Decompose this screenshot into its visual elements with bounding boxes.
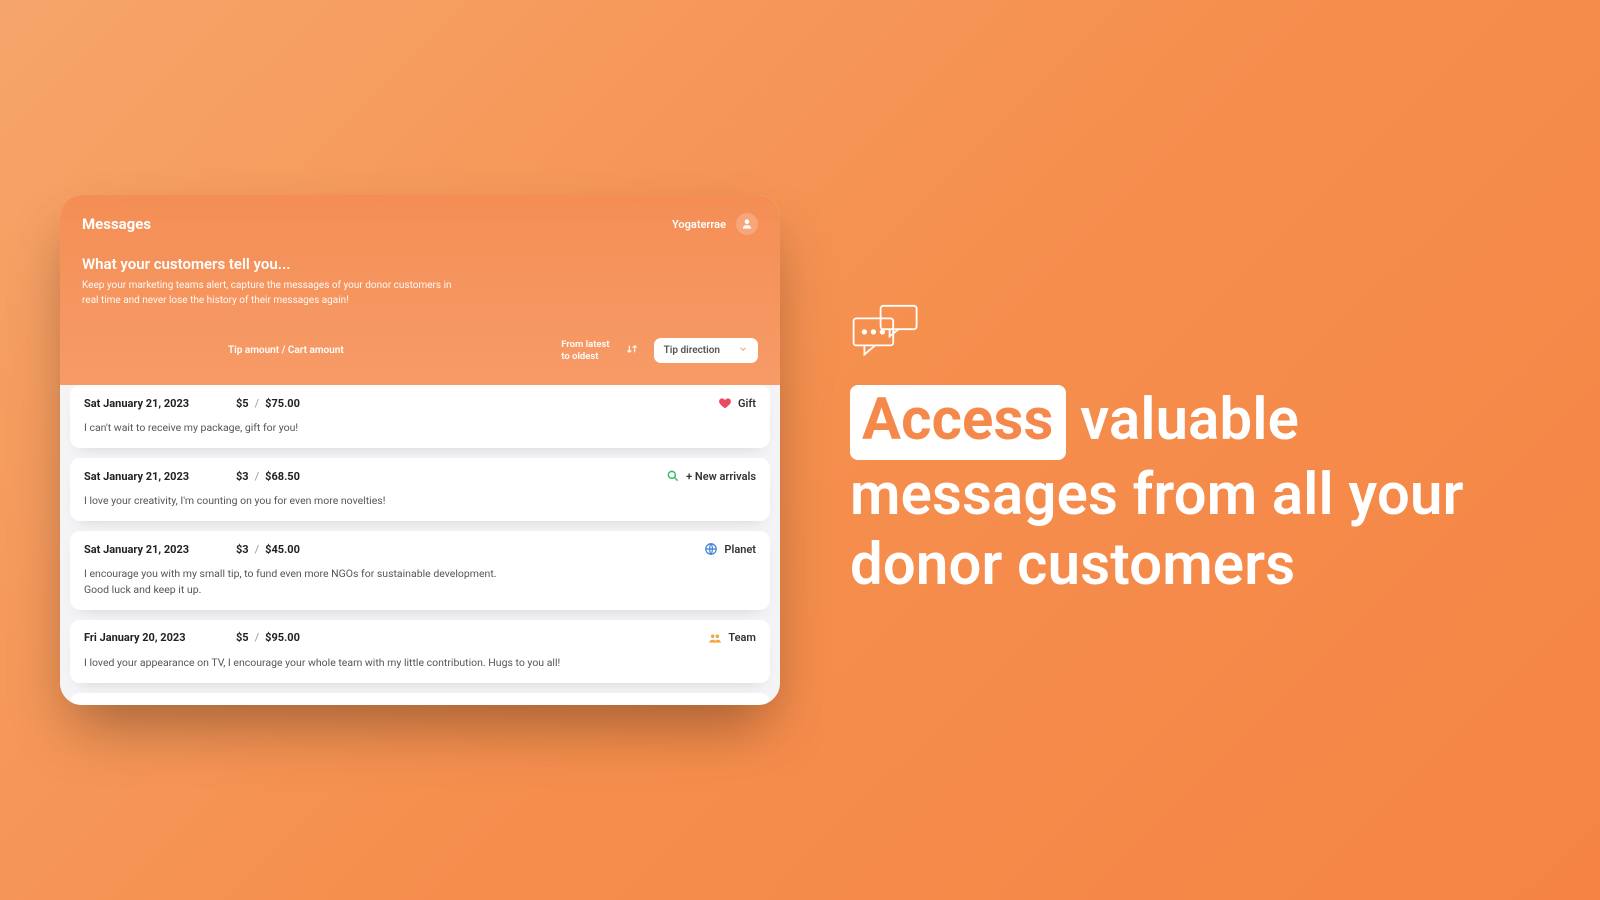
search-icon [666, 469, 680, 483]
amount-separator: / [249, 631, 266, 644]
chevron-down-icon [738, 344, 748, 357]
intro-description: Keep your marketing teams alert, capture… [82, 279, 462, 308]
cart-amount: $95.00 [265, 631, 300, 644]
filter-bar: Tip amount / Cart amount From latest to … [82, 324, 758, 363]
tip-direction-label: Tip direction [664, 345, 720, 356]
sort-label: From latest to oldest [561, 339, 609, 363]
cart-amount: $75.00 [265, 397, 300, 410]
message-date: Sat January 21, 2023 [84, 397, 236, 410]
message-category: Gift [718, 396, 756, 410]
message-text: I loved your appearance on TV, I encoura… [84, 655, 756, 670]
avatar-icon [736, 213, 758, 235]
sort-icon[interactable] [624, 341, 640, 361]
category-label: + New arrivals [686, 470, 756, 483]
page-title: Messages [82, 215, 151, 233]
hero-text: Access valuable messages from all your d… [850, 299, 1540, 601]
message-category: Team [708, 631, 756, 645]
message-date: Sat January 21, 2023 [84, 543, 236, 556]
message-card[interactable]: Sat January 21, 2023 $3 / $68.50 + New a… [70, 458, 770, 521]
tip-amount: $3 [236, 470, 249, 483]
message-text: I encourage you with my small tip, to fu… [84, 566, 756, 596]
message-card[interactable]: Sat January 21, 2023 $5 / $75.00 Gift I … [70, 385, 770, 448]
messages-panel: Messages Yogaterrae What your customers … [60, 195, 780, 705]
category-label: Planet [724, 543, 756, 556]
message-card[interactable]: Fri January 20, 2023 $1 / $39.00 Team Aw… [70, 693, 770, 705]
category-label: Team [728, 631, 756, 644]
amount-separator: / [249, 543, 266, 556]
cart-amount: $45.00 [265, 543, 300, 556]
tip-amount: $5 [236, 397, 249, 410]
people-icon [708, 704, 722, 705]
category-label: Gift [738, 397, 756, 410]
heart-icon [718, 396, 732, 410]
amount-separator: / [249, 470, 266, 483]
people-icon [708, 631, 722, 645]
message-category: Team [708, 704, 756, 705]
account-chip[interactable]: Yogaterrae [672, 213, 758, 235]
message-card[interactable]: Sat January 21, 2023 $3 / $45.00 Planet … [70, 531, 770, 609]
message-card[interactable]: Fri January 20, 2023 $5 / $95.00 Team I … [70, 620, 770, 683]
message-date: Sat January 21, 2023 [84, 470, 236, 483]
message-text: I love your creativity, I'm counting on … [84, 493, 756, 508]
chat-bubbles-icon [850, 299, 1540, 367]
message-date: Fri January 20, 2023 [84, 631, 236, 644]
tip-direction-select[interactable]: Tip direction [654, 338, 758, 363]
intro-subtitle: What your customers tell you... [82, 255, 758, 273]
cart-amount: $68.50 [265, 470, 300, 483]
headline: Access valuable messages from all your d… [850, 385, 1540, 601]
column-header-amounts: Tip amount / Cart amount [228, 345, 344, 356]
message-text: I can't wait to receive my package, gift… [84, 420, 756, 435]
headline-highlight: Access [850, 385, 1066, 460]
tip-amount: $3 [236, 543, 249, 556]
message-list: Sat January 21, 2023 $5 / $75.00 Gift I … [60, 385, 780, 705]
amount-separator: / [249, 397, 266, 410]
account-name: Yogaterrae [672, 218, 726, 231]
message-category: + New arrivals [666, 469, 756, 483]
tip-amount: $5 [236, 631, 249, 644]
panel-header: Messages Yogaterrae What your customers … [60, 195, 780, 385]
globe-icon [704, 542, 718, 556]
message-category: Planet [704, 542, 756, 556]
